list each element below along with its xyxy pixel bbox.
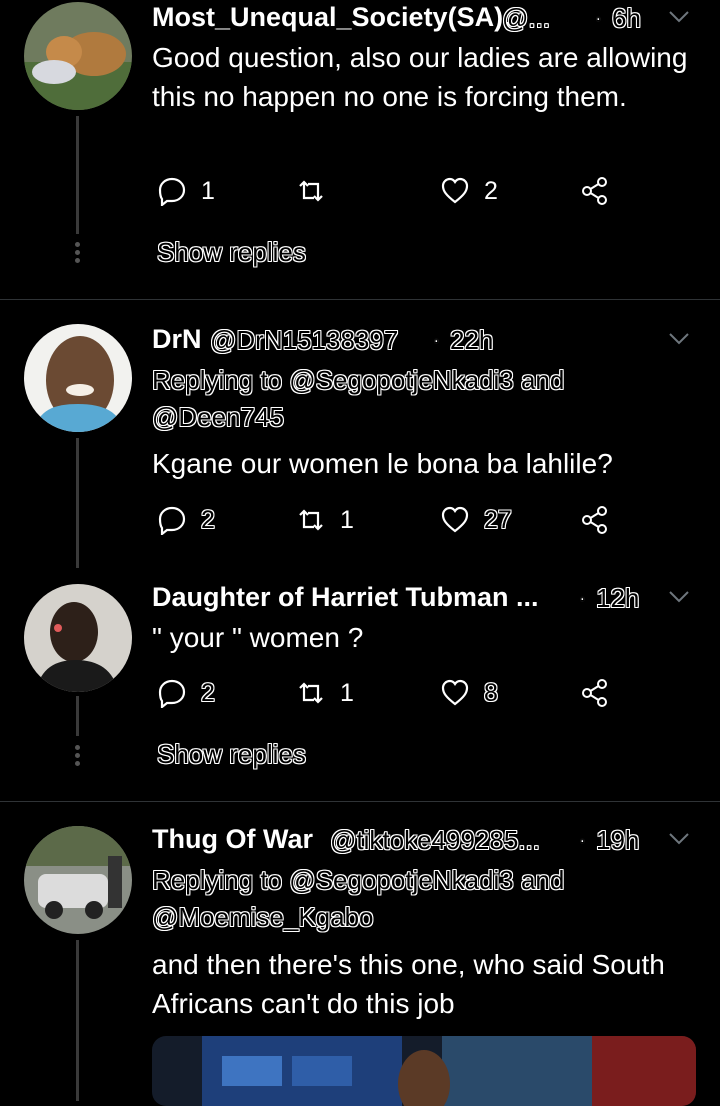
display-name[interactable]: DrN: [152, 324, 202, 355]
share-button[interactable]: [580, 503, 610, 537]
reply-icon: [158, 177, 186, 206]
more-replies-dots: [74, 745, 81, 769]
replying-to[interactable]: Replying to @SegopotjeNkadi3 and: [152, 362, 564, 399]
retweet-icon: [299, 682, 323, 704]
timestamp[interactable]: 6h: [612, 3, 641, 34]
chevron-down-icon[interactable]: [668, 332, 690, 346]
like-button[interactable]: 8: [440, 676, 498, 710]
avatar[interactable]: [24, 826, 132, 934]
timestamp[interactable]: 19h: [596, 825, 639, 856]
avatar[interactable]: [24, 584, 132, 692]
avatar[interactable]: [24, 324, 132, 432]
separator: ·: [432, 324, 442, 355]
like-button[interactable]: 27: [440, 503, 512, 537]
show-replies-link[interactable]: Show replies: [157, 237, 306, 268]
tweet-text: " your " women ?: [152, 622, 364, 653]
like-count: 8: [484, 678, 498, 707]
tweet-text: Good question, also our ladies are allow…: [152, 42, 688, 112]
thread-line: [76, 438, 79, 568]
more-replies-dots: [74, 242, 81, 266]
like-count: 2: [484, 176, 498, 205]
heart-icon: [441, 506, 469, 533]
reply-count: 2: [201, 505, 215, 534]
chevron-down-icon[interactable]: [668, 590, 690, 604]
reply-button[interactable]: 1: [157, 174, 215, 208]
divider: [0, 299, 720, 300]
timestamp[interactable]: 12h: [596, 583, 639, 614]
reply-icon: [158, 679, 186, 708]
reply-count: 1: [201, 176, 215, 205]
avatar[interactable]: [24, 2, 132, 110]
share-icon: [582, 679, 607, 707]
reply-button[interactable]: 2: [157, 676, 215, 710]
reply-button[interactable]: 2: [157, 503, 215, 537]
replying-to-handle[interactable]: @Moemise_Kgabo: [152, 899, 374, 936]
retweet-icon: [299, 180, 323, 202]
separator: ·: [578, 824, 588, 855]
reply-icon: [158, 506, 186, 535]
display-name[interactable]: Most_Unequal_Society(SA).: [152, 2, 511, 33]
replying-to-handle[interactable]: @Deen745: [152, 399, 284, 436]
retweet-button[interactable]: [296, 174, 340, 208]
share-icon: [582, 177, 607, 205]
display-name[interactable]: Thug Of War: [152, 824, 313, 855]
separator: ·: [594, 2, 604, 33]
reply-count: 2: [201, 678, 215, 707]
thread-line: [76, 116, 79, 234]
share-icon: [582, 506, 607, 534]
display-name[interactable]: Daughter of Harriet Tubman ...: [152, 582, 539, 613]
user-handle[interactable]: @DrN15138397: [210, 325, 398, 356]
retweet-count: 1: [340, 678, 354, 707]
divider: [0, 801, 720, 802]
separator: ·: [578, 582, 588, 613]
like-button[interactable]: 2: [440, 174, 498, 208]
thread-line: [76, 940, 79, 1101]
timestamp[interactable]: 22h: [450, 325, 493, 356]
replying-to[interactable]: Replying to @SegopotjeNkadi3 and: [152, 862, 564, 899]
retweet-count: 1: [340, 505, 354, 534]
heart-icon: [441, 679, 469, 706]
chevron-down-icon[interactable]: [668, 10, 690, 24]
user-handle[interactable]: @...: [502, 3, 550, 34]
tweet-text: and then there's this one, who said Sout…: [152, 949, 665, 1019]
retweet-button[interactable]: 1: [296, 676, 354, 710]
media-thumbnail[interactable]: [152, 1036, 696, 1106]
share-button[interactable]: [580, 676, 610, 710]
retweet-icon: [299, 509, 323, 531]
heart-icon: [441, 177, 469, 204]
like-count: 27: [484, 505, 512, 534]
tweet-text: Kgane our women le bona ba lahlile?: [152, 448, 613, 479]
thread-line: [76, 696, 79, 736]
user-handle[interactable]: @tiktoke499285...: [330, 825, 540, 856]
retweet-button[interactable]: 1: [296, 503, 354, 537]
chevron-down-icon[interactable]: [668, 832, 690, 846]
share-button[interactable]: [580, 174, 610, 208]
show-replies-link[interactable]: Show replies: [157, 739, 306, 770]
